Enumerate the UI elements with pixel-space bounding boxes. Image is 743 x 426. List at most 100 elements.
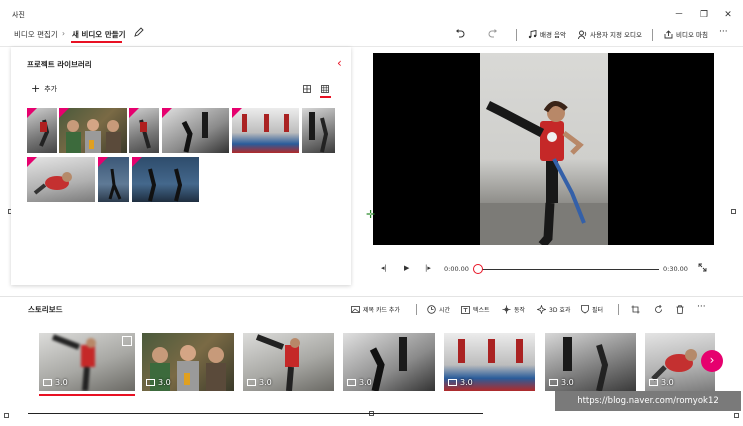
image-icon: [43, 379, 52, 386]
collapse-panel-button[interactable]: ‹: [337, 56, 342, 70]
storyboard-divider: [0, 296, 743, 297]
filter-icon: [581, 305, 589, 314]
text-button[interactable]: 텍스트: [461, 305, 490, 314]
redo-icon[interactable]: [488, 28, 498, 38]
clip-duration: 3.0: [448, 378, 473, 387]
storyboard-next-button[interactable]: ›: [701, 350, 723, 372]
crop-icon[interactable]: [631, 305, 640, 314]
image-icon: [549, 379, 558, 386]
library-thumbnail[interactable]: [232, 108, 299, 153]
timeline-track[interactable]: [478, 269, 659, 270]
app-title: 사진: [12, 11, 25, 19]
nav-row: 비디오 편집기 › 새 비디오 만들기 배경 음악 사용자 지정 오디오 비디오…: [0, 24, 743, 47]
add-media-button[interactable]: + 추가: [31, 82, 58, 95]
library-thumbnail[interactable]: [27, 157, 95, 202]
plus-icon: +: [31, 82, 41, 95]
more-options-button[interactable]: ···: [719, 27, 728, 37]
title-card-label: 제목 카드 추가: [363, 307, 400, 314]
library-thumbnail[interactable]: [302, 108, 335, 153]
text-icon: [461, 305, 470, 314]
crosshair-icon: ✛: [366, 208, 376, 221]
rotate-icon[interactable]: [654, 305, 663, 314]
storyboard-clip[interactable]: 3.0: [343, 333, 435, 391]
edit-title-icon[interactable]: [134, 27, 144, 37]
selection-handle: [4, 413, 9, 418]
selection-handle: [734, 413, 739, 418]
timeline-scrubber[interactable]: [473, 264, 483, 274]
clip-duration: 3.0: [347, 378, 372, 387]
selection-handle: [731, 209, 736, 214]
clock-icon: [427, 305, 436, 314]
toolbar-separator: [652, 29, 653, 41]
toolbar-separator: [516, 29, 517, 41]
image-icon: [347, 379, 356, 386]
selected-clip-underline: [39, 394, 135, 396]
horizontal-scrollbar[interactable]: [28, 413, 483, 414]
fullscreen-icon[interactable]: [698, 263, 707, 272]
duration-button[interactable]: 시간: [427, 305, 450, 314]
3d-effects-button[interactable]: 3D 효과: [537, 305, 570, 314]
minimize-button[interactable]: －: [670, 8, 688, 22]
close-button[interactable]: ✕: [719, 8, 737, 22]
image-icon: [247, 379, 256, 386]
music-note-icon: [528, 29, 537, 39]
undo-icon[interactable]: [455, 28, 465, 38]
library-thumbnail[interactable]: [27, 108, 57, 153]
total-time: 0:30.00: [663, 265, 688, 273]
library-title: 프로젝트 라이브러리: [27, 60, 92, 69]
title-card-button[interactable]: 제목 카드 추가: [351, 305, 400, 314]
maximize-button[interactable]: ❐: [695, 8, 713, 22]
filters-label: 필터: [592, 307, 604, 314]
project-library-panel: 프로젝트 라이브러리 ‹ + 추가: [11, 47, 351, 285]
bg-music-button[interactable]: 배경 음악: [528, 29, 566, 39]
duration-label: 시간: [439, 307, 451, 314]
motion-button[interactable]: 동작: [502, 305, 525, 314]
play-button[interactable]: ▶: [404, 264, 409, 272]
breadcrumb-underline: [71, 41, 122, 43]
clip-duration: 3.0: [549, 378, 574, 387]
storyboard-clip[interactable]: 3.0: [243, 333, 334, 391]
finish-video-label: 비디오 마침: [676, 31, 708, 39]
storyboard-clip[interactable]: 3.0: [142, 333, 234, 391]
clip-duration: 3.0: [649, 378, 674, 387]
motion-label: 동작: [514, 307, 526, 314]
library-thumbnail[interactable]: [162, 108, 229, 153]
grid-small-icon[interactable]: [321, 85, 329, 93]
breadcrumb-current: 새 비디오 만들기: [72, 30, 126, 39]
library-thumbnail[interactable]: [129, 108, 159, 153]
audio-person-icon: [578, 30, 587, 39]
library-thumbnail[interactable]: [59, 108, 127, 153]
image-icon: [146, 379, 155, 386]
toolbar-separator: [618, 304, 619, 315]
trash-icon[interactable]: [676, 305, 684, 314]
watermark: https://blog.naver.com/romyok12: [555, 391, 741, 411]
add-media-label: 추가: [44, 85, 58, 93]
video-preview[interactable]: [373, 53, 714, 245]
library-thumbnail[interactable]: [98, 157, 129, 202]
library-thumbnail[interactable]: [132, 157, 199, 202]
share-icon: [664, 29, 673, 39]
image-icon: [448, 379, 457, 386]
breadcrumb-parent[interactable]: 비디오 편집기: [14, 29, 58, 40]
finish-video-button[interactable]: 비디오 마침: [664, 29, 708, 39]
clip-duration: 3.0: [43, 378, 68, 387]
clip-checkbox[interactable]: [122, 336, 132, 346]
current-time: 0:00.00: [444, 265, 469, 273]
toolbar-separator: [416, 304, 417, 315]
preview-frame: [480, 53, 608, 245]
title-bar: 사진 － ❐ ✕: [0, 0, 743, 24]
step-back-button[interactable]: ◂|: [381, 264, 387, 272]
storyboard-clip[interactable]: 3.0: [545, 333, 636, 391]
storyboard-more-button[interactable]: ···: [697, 302, 706, 312]
custom-audio-button[interactable]: 사용자 지정 오디오: [578, 29, 642, 39]
filters-button[interactable]: 필터: [581, 305, 603, 314]
grid-large-icon[interactable]: [303, 85, 311, 93]
bg-music-label: 배경 음악: [540, 31, 566, 39]
step-forward-button[interactable]: |▸: [425, 264, 431, 272]
3d-effects-label: 3D 효과: [549, 307, 571, 314]
sparkle-icon: [537, 305, 546, 314]
clip-duration: 3.0: [247, 378, 272, 387]
storyboard-clip[interactable]: 3.0: [444, 333, 535, 391]
image-card-icon: [351, 306, 360, 313]
storyboard-clip[interactable]: 3.0: [39, 333, 135, 391]
